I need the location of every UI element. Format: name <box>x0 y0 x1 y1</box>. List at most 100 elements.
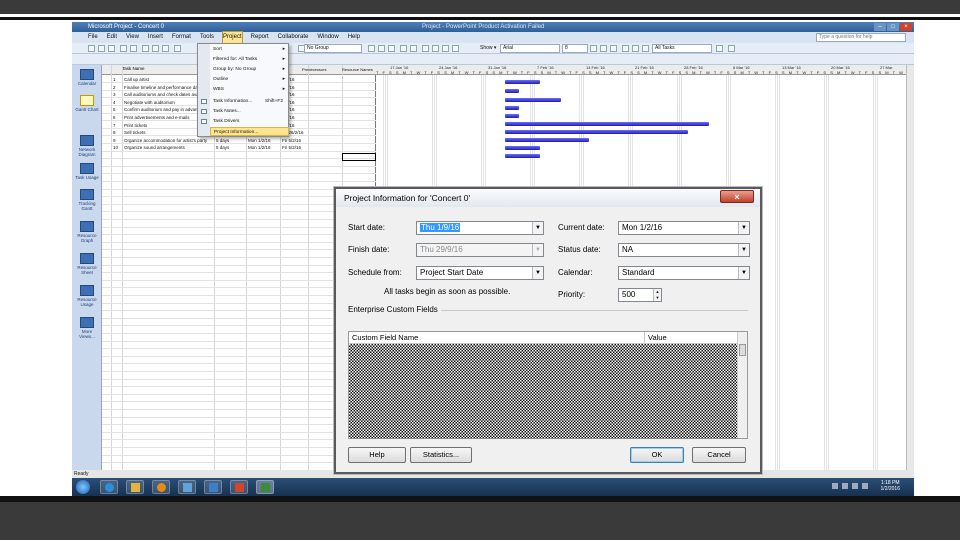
copy-icon[interactable] <box>152 45 159 52</box>
gantt-bar[interactable] <box>505 80 540 84</box>
view-resource-usage[interactable]: Resource Usage <box>74 285 100 307</box>
chevron-down-icon[interactable]: ▼ <box>532 267 543 279</box>
clock[interactable]: 1:18 PM 1/2/2016 <box>881 480 900 492</box>
calendar-select[interactable]: Standard ▼ <box>618 266 750 280</box>
minimize-button[interactable]: – <box>874 23 886 31</box>
save-icon[interactable] <box>108 45 115 52</box>
menu-insert[interactable]: Insert <box>148 32 163 43</box>
bold-icon[interactable] <box>590 45 597 52</box>
table-row[interactable]: 10 Organize sound arrangements 5 days Mon 1… <box>102 144 376 152</box>
gantt-bar[interactable] <box>505 122 709 126</box>
cut-icon[interactable] <box>142 45 149 52</box>
dialog-close-button[interactable]: × <box>720 190 754 203</box>
align-left-icon[interactable] <box>622 45 629 52</box>
help-button[interactable]: Help <box>348 447 406 463</box>
view-resource-sheet[interactable]: Resource Sheet <box>74 253 100 275</box>
gantt-bar[interactable] <box>505 106 519 110</box>
print-icon[interactable] <box>120 45 127 52</box>
zoom-in-icon[interactable] <box>368 45 375 52</box>
chevron-down-icon[interactable]: ▼ <box>738 267 749 279</box>
menu-item-wbs[interactable]: WBS ▸ <box>210 85 289 94</box>
new-icon[interactable] <box>88 45 95 52</box>
vertical-scrollbar[interactable] <box>906 65 914 470</box>
cancel-button[interactable]: Cancel <box>692 447 746 463</box>
gantt-bar[interactable] <box>505 130 688 134</box>
table-row[interactable]: 9 Organize accommodation for artist's par… <box>102 137 376 144</box>
maximize-button[interactable]: □ <box>887 23 899 31</box>
predecessors-header[interactable]: Predecessors <box>302 65 326 75</box>
empty-row[interactable] <box>102 152 376 160</box>
menu-item-filtered-for[interactable]: Filtered for: All Tasks ▸ <box>210 55 289 64</box>
start-button[interactable] <box>76 480 90 494</box>
view-resource-graph[interactable]: Resource Graph <box>74 221 100 243</box>
taskbar-project[interactable] <box>256 480 274 494</box>
view-tracking-gantt[interactable]: Tracking Gantt <box>74 189 100 211</box>
preview-icon[interactable] <box>130 45 137 52</box>
taskbar-powerpoint[interactable] <box>230 480 248 494</box>
statistics-button[interactable]: Statistics... <box>410 447 472 463</box>
custom-fields-body[interactable] <box>349 344 738 439</box>
view-calendar[interactable]: Calendar <box>74 69 100 86</box>
taskbar-explorer[interactable] <box>126 480 144 494</box>
menu-collaborate[interactable]: Collaborate <box>278 32 309 43</box>
empty-row[interactable] <box>102 160 376 167</box>
view-network-diagram[interactable]: Network Diagram <box>74 135 100 157</box>
font-select[interactable]: Arial <box>500 44 560 53</box>
gantt-bar[interactable] <box>505 138 589 142</box>
menu-item-outline[interactable]: Outline ▸ <box>210 75 289 84</box>
menu-item-task-information[interactable]: Task Information... Shift+F2 <box>201 97 289 106</box>
underline-icon[interactable] <box>610 45 617 52</box>
taskbar-media[interactable] <box>152 480 170 494</box>
spinner-arrows-icon[interactable]: ▲ ▼ <box>653 289 661 301</box>
menu-edit[interactable]: Edit <box>107 32 117 43</box>
menu-item-task-drivers[interactable]: Task Drivers <box>201 117 289 126</box>
align-center-icon[interactable] <box>632 45 639 52</box>
taskbar-network[interactable] <box>178 480 196 494</box>
start-date-field[interactable]: Thu 1/9/16 ▼ <box>416 221 544 235</box>
menu-item-project-information[interactable]: Project Information... <box>210 127 289 136</box>
schedule-from-select[interactable]: Project Start Date ▼ <box>416 266 544 280</box>
chevron-down-icon[interactable]: ▼ <box>738 244 749 256</box>
menu-item-sort[interactable]: Sort ▸ <box>210 45 289 54</box>
close-window-button[interactable]: × <box>900 23 912 31</box>
tray-flag-icon[interactable] <box>842 483 848 489</box>
view-more-views[interactable]: More Views... <box>74 317 100 339</box>
chevron-down-icon[interactable]: ▼ <box>532 222 543 234</box>
tray-network-icon[interactable] <box>852 483 858 489</box>
gantt-bar[interactable] <box>505 89 519 93</box>
undo-icon[interactable] <box>174 45 181 52</box>
autofilter-icon[interactable] <box>716 45 723 52</box>
view-gantt-chart[interactable]: Gantt Chart <box>74 95 100 112</box>
gantt-wizard-icon[interactable] <box>728 45 735 52</box>
show-dropdown[interactable]: Show ▾ <box>480 44 496 53</box>
menu-project[interactable]: Project <box>221 31 243 44</box>
remove-icon[interactable] <box>452 45 459 52</box>
priority-spinner[interactable]: 500 ▲ ▼ <box>618 288 662 302</box>
taskbar-outlook[interactable] <box>204 480 222 494</box>
goto-task-icon[interactable] <box>388 45 395 52</box>
menu-format[interactable]: Format <box>172 32 191 43</box>
menu-file[interactable]: File <box>88 32 98 43</box>
group-by-select[interactable]: No Group <box>304 44 362 53</box>
font-size-select[interactable]: 8 <box>562 44 588 53</box>
open-icon[interactable] <box>98 45 105 52</box>
add-icon[interactable] <box>442 45 449 52</box>
resource-names-header[interactable]: Resource Names <box>342 65 373 75</box>
current-date-field[interactable]: Mon 1/2/16 ▼ <box>618 221 750 235</box>
tray-arrow-icon[interactable] <box>832 483 838 489</box>
indent-icon[interactable] <box>422 45 429 52</box>
gantt-bar[interactable] <box>505 154 540 158</box>
active-cell[interactable] <box>342 153 376 161</box>
menu-view[interactable]: View <box>126 32 139 43</box>
copy-picture-icon[interactable] <box>400 45 407 52</box>
task-name-header[interactable]: Task Name <box>122 66 145 71</box>
gantt-bar[interactable] <box>505 114 519 118</box>
help-search-input[interactable]: Type a question for help <box>816 33 906 42</box>
help-icon[interactable] <box>410 45 417 52</box>
menu-window[interactable]: Window <box>317 32 338 43</box>
menu-item-task-notes[interactable]: Task Notes... <box>201 107 289 116</box>
menu-tools[interactable]: Tools <box>200 32 214 43</box>
view-task-usage[interactable]: Task Usage <box>74 163 100 180</box>
chevron-down-icon[interactable]: ▼ <box>738 222 749 234</box>
empty-row[interactable] <box>102 175 376 182</box>
